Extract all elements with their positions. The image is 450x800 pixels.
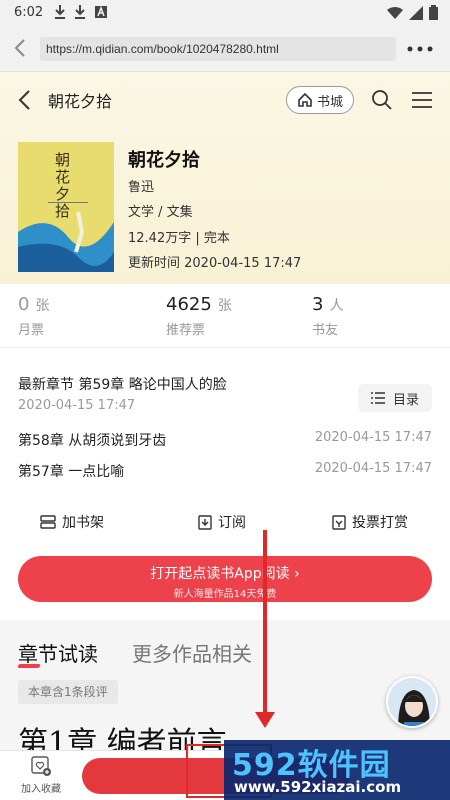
status-time: 6:02: [14, 5, 44, 20]
more-icon[interactable]: [404, 38, 436, 60]
assistant-avatar[interactable]: [386, 676, 438, 728]
stat-recommend: 4625 张 推荐票: [166, 294, 232, 338]
annotation-arrow-head: [255, 712, 275, 728]
add-shelf-label: 加书架: [62, 515, 104, 531]
url-bar[interactable]: https://m.qidian.com/book/1020478280.htm…: [40, 37, 396, 61]
tab-more-works[interactable]: 更多作品相关: [132, 638, 252, 667]
subscribe-button[interactable]: 订阅: [198, 512, 246, 532]
book-actions: 加书架 订阅 投票打赏: [0, 508, 450, 538]
chapter-title: 第58章 从胡须说到牙齿: [18, 433, 167, 449]
watermark-url: www.592xiazai.com: [234, 778, 402, 796]
wifi-icon: [387, 6, 403, 19]
watermark-logo: 592软件园 www.592xiazai.com: [224, 740, 450, 800]
latest-chapter[interactable]: 最新章节 第59章 略论中国人的脸: [18, 374, 227, 394]
subscribe-label: 订阅: [218, 515, 246, 531]
battery-icon: [429, 5, 438, 20]
book-updated: 更新时间 2020-04-15 17:47: [128, 256, 302, 271]
stat-value: 4625: [166, 294, 212, 315]
download-icon: [55, 5, 65, 19]
cover-title: 朝花夕拾: [53, 152, 71, 220]
latest-chapter-date: 2020-04-15 17:47: [18, 398, 136, 413]
vote-reward-label: 投票打赏: [352, 515, 408, 531]
open-app-button[interactable]: 打开起点读书App阅读 › 新人海量作品14天免费: [18, 556, 432, 602]
signal-icon: [409, 5, 423, 20]
home-icon: [298, 92, 312, 107]
chapter-row[interactable]: 第58章 从胡须说到牙齿 2020-04-15 17:47: [18, 430, 432, 450]
chapter-row[interactable]: 第57章 一点比喻 2020-04-15 17:47: [18, 461, 432, 481]
list-icon: [370, 392, 385, 404]
chapter-date: 2020-04-15 17:47: [314, 430, 432, 445]
stat-fans: 3人 书友: [312, 294, 343, 338]
shelf-icon: [40, 515, 56, 529]
open-app-sublabel: 新人海量作品14天免费: [173, 589, 277, 600]
book-cover[interactable]: 朝花夕拾: [18, 142, 114, 272]
chapter-date: 2020-04-15 17:47: [314, 461, 432, 476]
add-favorite-button[interactable]: 加入收藏: [16, 755, 66, 795]
active-tab-indicator: [17, 664, 41, 668]
vote-reward-button[interactable]: 投票打赏: [332, 512, 408, 532]
notification-icons: [54, 4, 108, 20]
favorite-icon: [31, 756, 51, 776]
stat-value: 3: [312, 294, 324, 315]
status-bar: 6:02: [0, 0, 450, 26]
bookstore-label: 书城: [316, 94, 343, 110]
ticket-icon: [332, 514, 346, 530]
toc-button[interactable]: 目录: [358, 384, 432, 412]
stat-label: 月票: [18, 323, 45, 338]
add-shelf-button[interactable]: 加书架: [40, 512, 104, 532]
subscribe-icon: [198, 514, 212, 530]
tab-chapter-preview[interactable]: 章节试读: [18, 638, 98, 667]
browser-back-icon[interactable]: [10, 36, 32, 60]
search-icon[interactable]: [370, 88, 394, 112]
book-genre: 文学 / 文集: [128, 205, 193, 220]
download-icon: [75, 5, 85, 19]
bookstore-button[interactable]: 书城: [286, 86, 354, 114]
annotation-arrow: [263, 530, 267, 716]
font-icon: [95, 5, 107, 18]
book-stats: 0张 月票 4625 张 推荐票 3人 书友: [0, 294, 450, 348]
open-app-label: 打开起点读书App阅读 ›: [150, 566, 300, 582]
system-icons: [387, 5, 438, 20]
paragraph-comment-tag: 本章含1条段评: [18, 680, 118, 704]
stat-value: 0: [18, 294, 30, 315]
add-favorite-label: 加入收藏: [21, 784, 61, 795]
stat-label: 推荐票: [166, 323, 206, 338]
stat-unit: 人: [329, 298, 344, 314]
browser-toolbar: https://m.qidian.com/book/1020478280.htm…: [0, 26, 450, 72]
book-author[interactable]: 鲁迅: [128, 176, 154, 195]
book-word-count: 12.42万字 | 完本: [128, 231, 230, 246]
back-icon[interactable]: [16, 88, 36, 112]
menu-icon[interactable]: [410, 90, 434, 110]
chapter-title: 第57章 一点比喻: [18, 464, 125, 480]
stat-monthly: 0张 月票: [18, 294, 49, 338]
stat-label: 书友: [312, 323, 339, 338]
page-title: 朝花夕拾: [48, 92, 113, 111]
stat-unit: 张: [217, 298, 232, 314]
toc-label: 目录: [392, 392, 419, 408]
stat-unit: 张: [35, 298, 50, 314]
book-title: 朝花夕拾: [128, 150, 200, 171]
